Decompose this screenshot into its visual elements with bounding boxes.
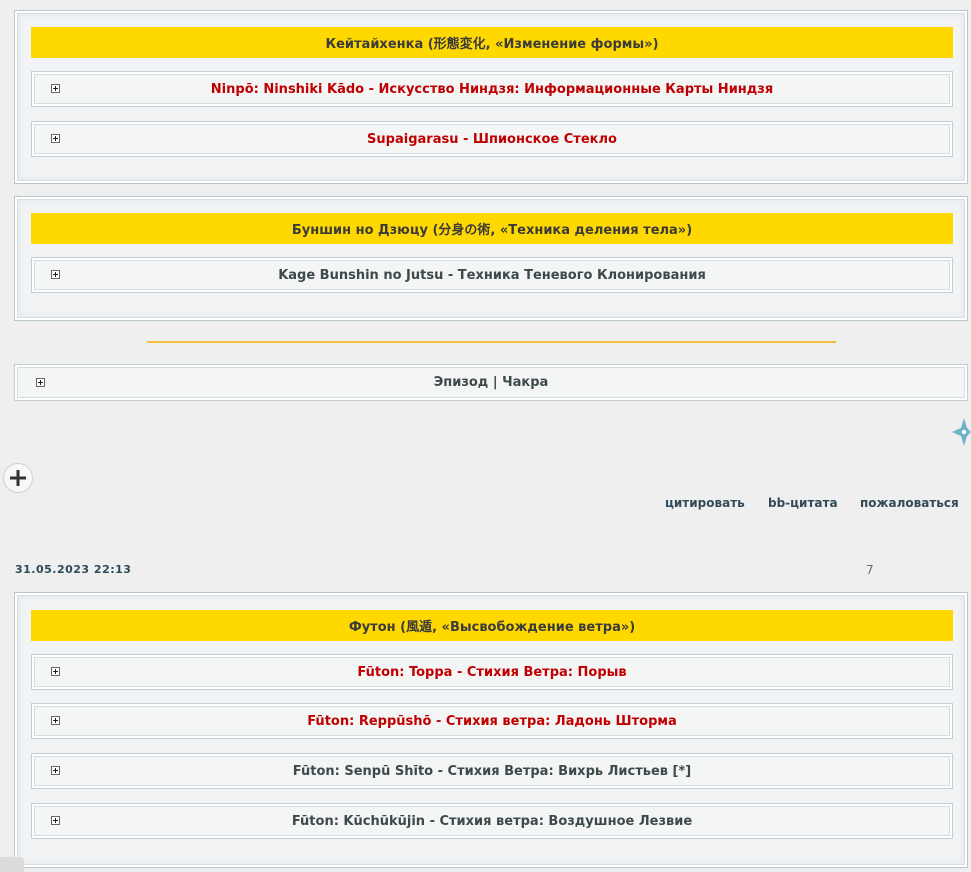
plus-icon[interactable]	[51, 667, 60, 676]
spoiler-episode-chakra[interactable]: Эпизод | Чакра	[14, 364, 968, 401]
section-header: Кейтайхенка (形態変化, «Изменение формы»)	[31, 27, 953, 58]
quote-link[interactable]: цитировать	[665, 496, 745, 510]
plus-icon[interactable]	[51, 134, 60, 143]
section-header: Буншин но Дзюцу (分身の術, «Техника деления …	[31, 213, 953, 244]
spoiler-kuchukujin[interactable]: Fūton: Kūchūkūjin - Стихия ветра: Воздуш…	[31, 803, 953, 839]
separator-line	[147, 341, 836, 343]
spoiler-title: Fūton: Senpū Shīto - Стихия Ветра: Вихрь…	[292, 763, 692, 779]
spoiler-title: Kage Bunshin no Jutsu - Техника Теневого…	[278, 267, 706, 283]
plus-glyph-icon	[10, 470, 26, 486]
spoiler-kage-bunshin[interactable]: Kage Bunshin no Jutsu - Техника Теневого…	[31, 257, 953, 293]
spoiler-title: Fūton: Reppūshō - Стихия ветра: Ладонь Ш…	[307, 713, 677, 729]
plus-icon[interactable]	[51, 84, 60, 93]
spoiler-ninshiki-kado[interactable]: Ninpō: Ninshiki Kādo - Искусство Ниндзя:…	[31, 71, 953, 107]
add-circle-icon[interactable]	[3, 463, 33, 493]
spoiler-title: Эпизод | Чакра	[433, 375, 549, 390]
spoiler-senpu-shito[interactable]: Fūton: Senpū Shīto - Стихия Ветра: Вихрь…	[31, 753, 953, 789]
spoiler-title: Fūton: Kūchūkūjin - Стихия ветра: Воздуш…	[291, 813, 693, 829]
technique-block-futon: Футон (風遁, «Высвобождение ветра») Fūton:…	[14, 592, 968, 868]
spoiler-title: Ninpō: Ninshiki Kādo - Искусство Ниндзя:…	[210, 81, 774, 97]
spoiler-supaigarasu[interactable]: Supaigarasu - Шпионское Стекло	[31, 121, 953, 157]
spoiler-title: Supaigarasu - Шпионское Стекло	[367, 131, 617, 147]
spoiler-title: Fūton: Toppa - Стихия Ветра: Порыв	[357, 664, 627, 680]
post-date[interactable]: 31.05.2023 22:13	[15, 563, 131, 576]
plus-icon[interactable]	[51, 270, 60, 279]
spoiler-reppusho[interactable]: Fūton: Reppūshō - Стихия ветра: Ладонь Ш…	[31, 703, 953, 739]
plus-icon[interactable]	[51, 716, 60, 725]
plus-icon[interactable]	[51, 816, 60, 825]
spoiler-toppa[interactable]: Fūton: Toppa - Стихия Ветра: Порыв	[31, 654, 953, 690]
bb-quote-link[interactable]: bb-цитата	[768, 496, 838, 510]
shuriken-icon	[952, 418, 971, 446]
technique-block-keitaihenka: Кейтайхенка (形態変化, «Изменение формы») Ni…	[14, 10, 968, 184]
section-header: Футон (風遁, «Высвобождение ветра»)	[31, 610, 953, 641]
plus-icon[interactable]	[36, 378, 45, 387]
report-link[interactable]: пожаловаться	[860, 496, 959, 510]
post-number[interactable]: 7	[866, 563, 874, 577]
technique-block-bunshin: Буншин но Дзюцу (分身の術, «Техника деления …	[14, 196, 968, 321]
corner-tab	[0, 857, 24, 872]
plus-icon[interactable]	[51, 766, 60, 775]
